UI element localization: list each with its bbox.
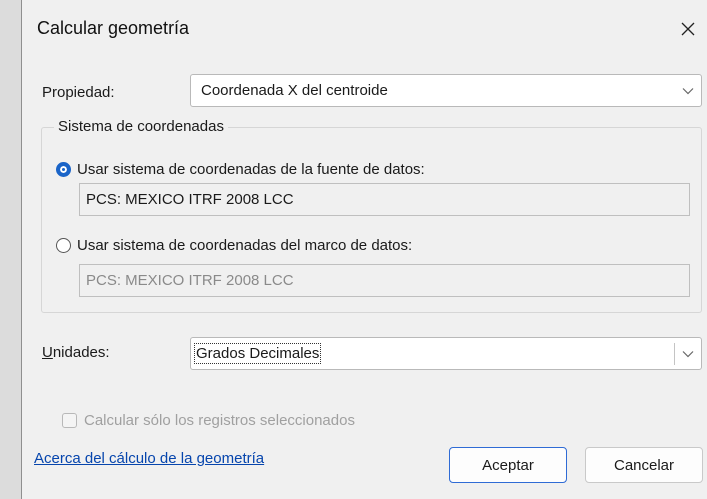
close-icon (681, 22, 695, 36)
radio-unselected-icon (56, 238, 71, 253)
source-coordinate-radio[interactable]: Usar sistema de coordenadas de la fuente… (56, 161, 425, 178)
frame-coordinate-value: PCS: MEXICO ITRF 2008 LCC (86, 272, 294, 289)
about-geometry-link[interactable]: Acerca del cálculo de la geometría (34, 450, 264, 467)
units-label-mnemonic: U (42, 344, 53, 361)
checkbox-unchecked-icon (62, 413, 77, 428)
calculate-geometry-dialog: Calcular geometría Propiedad: Coordenada… (21, 0, 707, 499)
coordinate-system-legend: Sistema de coordenadas (54, 118, 228, 135)
units-value: Grados Decimales (193, 343, 322, 364)
background-window-edge (0, 0, 21, 499)
dialog-title: Calcular geometría (37, 18, 190, 38)
frame-coordinate-field: PCS: MEXICO ITRF 2008 LCC (79, 264, 690, 297)
source-coordinate-label: Usar sistema de coordenadas de la fuente… (77, 161, 425, 178)
radio-selected-icon (56, 162, 71, 177)
units-value-wrap: Grados Decimales (191, 343, 674, 364)
ok-button[interactable]: Aceptar (449, 447, 567, 483)
cancel-button[interactable]: Cancelar (585, 447, 703, 483)
selected-only-label: Calcular sólo los registros seleccionado… (84, 412, 355, 429)
units-dropdown[interactable]: Grados Decimales (190, 337, 702, 370)
chevron-down-icon (675, 350, 701, 358)
property-label: Propiedad: (42, 84, 115, 101)
source-coordinate-value: PCS: MEXICO ITRF 2008 LCC (86, 191, 294, 208)
units-label-rest: nidades: (52, 344, 110, 361)
close-button[interactable] (671, 12, 705, 46)
units-label: Unidades: (42, 344, 110, 361)
source-coordinate-field: PCS: MEXICO ITRF 2008 LCC (79, 183, 690, 216)
frame-coordinate-label: Usar sistema de coordenadas del marco de… (77, 237, 413, 254)
selected-only-checkbox[interactable]: Calcular sólo los registros seleccionado… (62, 412, 355, 429)
property-value: Coordenada X del centroide (201, 82, 388, 99)
property-dropdown[interactable]: Coordenada X del centroide (190, 74, 702, 107)
chevron-down-icon (675, 87, 701, 95)
frame-coordinate-radio[interactable]: Usar sistema de coordenadas del marco de… (56, 237, 412, 254)
